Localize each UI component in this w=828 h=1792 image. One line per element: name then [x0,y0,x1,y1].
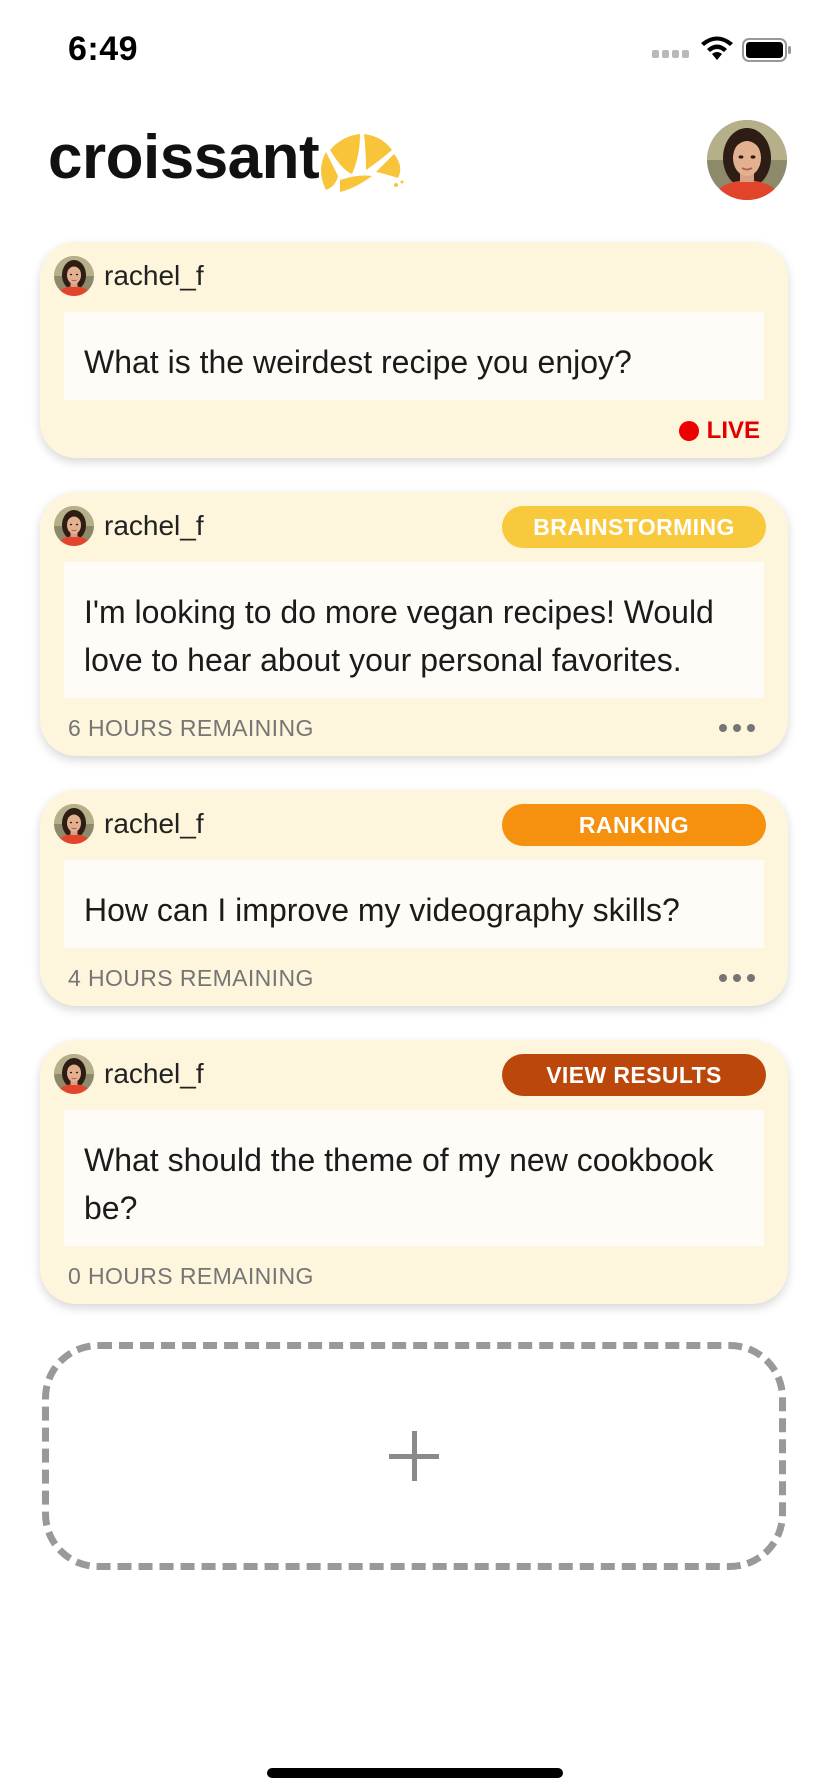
battery-icon [742,38,791,62]
header: croissant [0,110,828,210]
question-text: What should the theme of my new cookbook… [64,1110,764,1246]
question-text: How can I improve my videography skills? [64,860,764,948]
time-remaining: 6 HOURS REMAINING [68,715,314,741]
more-icon[interactable] [719,971,755,983]
signal-icon [652,50,694,62]
question-text: I'm looking to do more vegan recipes! Wo… [64,562,764,698]
user-avatar [54,804,94,844]
user-avatar [54,1054,94,1094]
more-icon[interactable] [719,721,755,733]
question-card[interactable]: rachel_f What is the weirdest recipe you… [40,242,788,458]
question-card[interactable]: rachel_f VIEW RESULTS What should the th… [40,1040,788,1304]
status-bar: 6:49 [0,0,828,100]
live-indicator: LIVE [678,417,760,445]
view-results-button[interactable]: VIEW RESULTS [502,1054,766,1096]
question-card[interactable]: rachel_f BRAINSTORMING I'm looking to do… [40,492,788,756]
time-remaining: 4 HOURS REMAINING [68,965,314,991]
username: rachel_f [104,808,204,839]
user-avatar [54,506,94,546]
app-title: croissant [48,123,320,192]
username: rachel_f [104,1058,204,1089]
status-badge[interactable]: RANKING [502,804,766,846]
wifi-icon [701,36,733,60]
add-question-button[interactable] [42,1342,786,1570]
avatar[interactable] [707,120,787,200]
question-text: What is the weirdest recipe you enjoy? [64,312,764,400]
time-remaining: 0 HOURS REMAINING [68,1263,314,1289]
user-avatar [54,256,94,296]
status-time: 6:49 [68,30,139,68]
status-badge[interactable]: BRAINSTORMING [502,506,766,548]
live-label: LIVE [706,417,760,444]
username: rachel_f [104,260,204,291]
croissant-icon [321,134,404,192]
question-card[interactable]: rachel_f RANKING How can I improve my vi… [40,790,788,1006]
live-dot-icon [678,421,699,441]
home-indicator[interactable] [267,1768,563,1778]
plus-icon [389,1431,439,1481]
username: rachel_f [104,510,204,541]
